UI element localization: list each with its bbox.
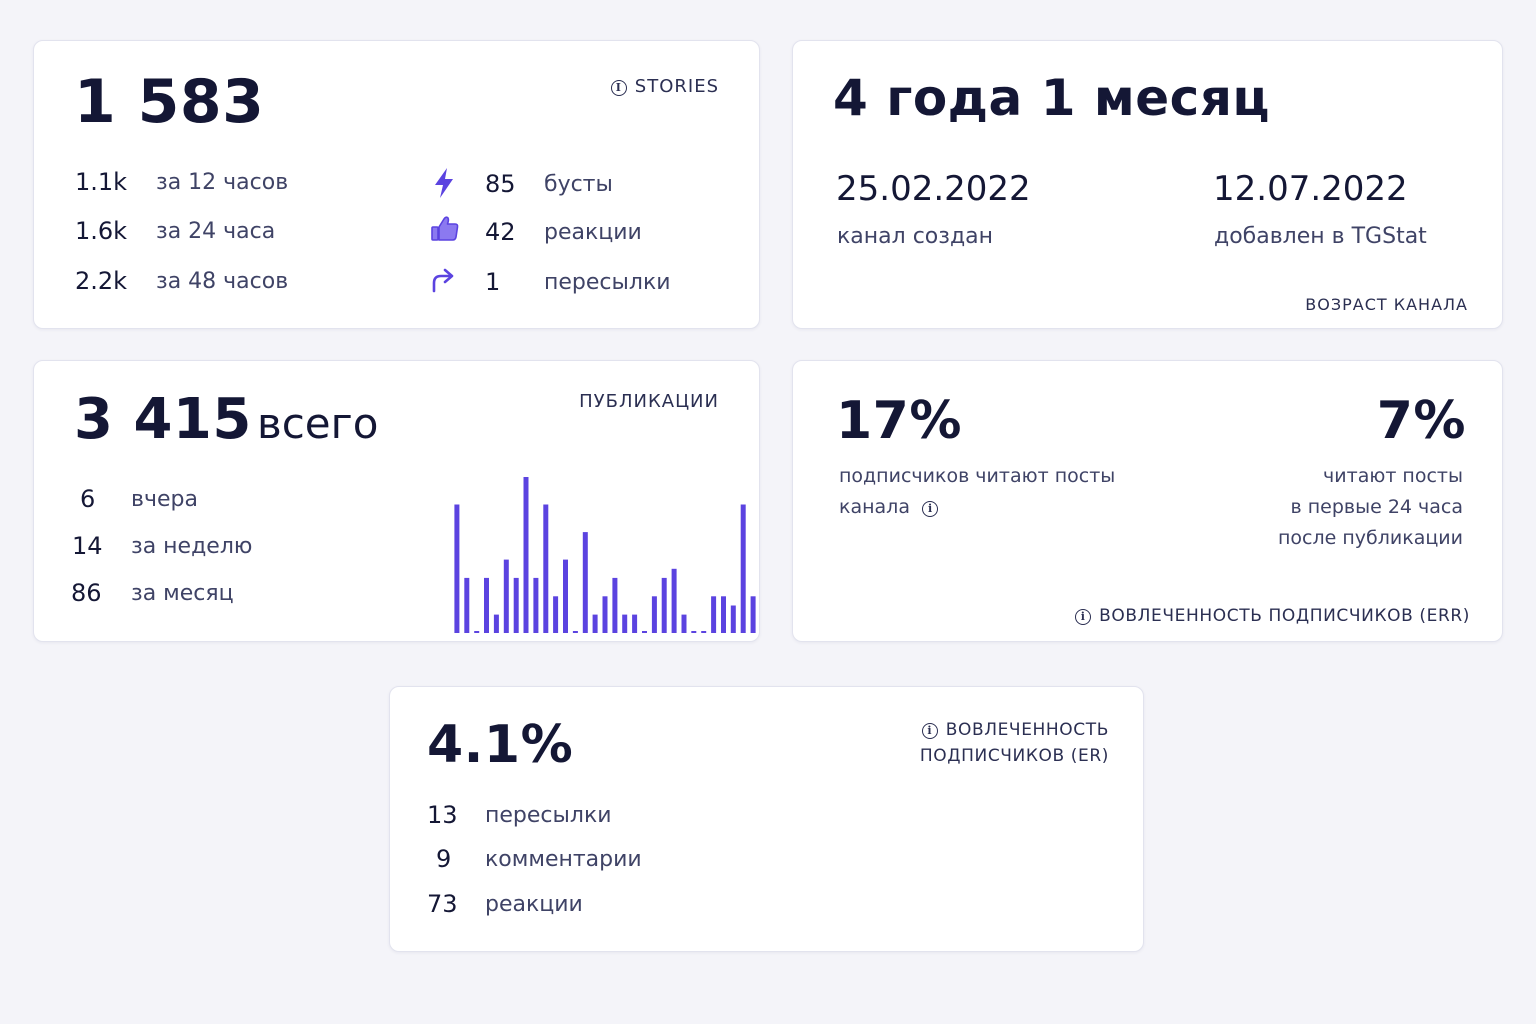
chart-bar[interactable] [563,559,568,633]
reactions-value: 42 [485,218,516,246]
err-tag[interactable]: i ВОВЛЕЧЕННОСТЬ ПОДПИСЧИКОВ (ERR) [1075,606,1470,626]
info-icon[interactable]: i [922,501,939,517]
forwards-value: 1 [485,268,501,296]
chart-bar[interactable] [730,605,736,634]
stories-total: 1 583 [74,67,265,137]
chart-bar[interactable] [661,577,667,633]
er-tag-line2: ПОДПИСЧИКОВ (ER) [919,746,1109,766]
chart-bar[interactable] [493,614,499,633]
stories-period-value: 1.6k [75,217,128,245]
err-left-line2: канала i [839,496,939,518]
publications-bar-chart [454,477,756,634]
added-date: 12.07.2022 [1213,169,1408,209]
info-icon: i [921,723,938,739]
stories-period-value: 1.1k [75,168,128,196]
publications-total-suffix: всего [256,399,379,448]
err-right-value: 7% [1376,391,1466,451]
forwards-label: пересылки [544,270,671,295]
err-right-line2: в первые 24 часа [1290,496,1463,518]
publications-card: 3 415 всего ПУБЛИКАЦИИ 6 вчера 14 за нед… [33,360,760,642]
er-tag-line1-text: ВОВЛЕЧЕННОСТЬ [945,720,1109,740]
publications-total: 3 415 всего [74,387,378,452]
created-label: канал создан [837,224,994,249]
err-left-line1: подписчиков читают посты [839,465,1116,487]
chart-bar[interactable] [513,577,519,633]
chart-bar[interactable] [484,577,489,633]
chart-bar[interactable] [632,614,638,633]
chart-bar[interactable] [681,614,687,633]
er-stat-label: комментарии [485,847,642,872]
stories-tag[interactable]: i STORIES [610,76,719,97]
publications-period-label: за неделю [131,534,253,559]
chart-bar[interactable] [454,504,460,634]
err-left-value: 17% [836,391,962,451]
chart-bar[interactable] [464,577,470,633]
age-title: 4 года 1 месяц [833,69,1270,127]
stories-period-value: 2.2k [75,267,128,295]
er-tag-line1: i ВОВЛЕЧЕННОСТЬ [920,720,1109,740]
publications-period-value: 14 [72,532,103,560]
err-left-line2-text: канала [839,496,910,518]
chart-bar[interactable] [691,631,697,633]
er-stat-value: 13 [427,801,458,829]
chart-bar[interactable] [701,631,707,633]
er-stat-label: пересылки [485,803,612,828]
err-right-line1: читают посты [1323,465,1463,487]
chart-bar[interactable] [474,631,480,633]
er-value: 4.1% [427,715,574,775]
er-stat-value: 73 [427,890,458,918]
stories-card: 1 583 i STORIES 1.1k за 12 часов 1.6k за … [33,40,760,329]
chart-bar[interactable] [671,568,677,633]
chart-bar[interactable] [503,559,509,633]
reactions-label: реакции [544,220,642,245]
stories-period-label: за 12 часов [156,170,289,195]
err-tag-label: ВОВЛЕЧЕННОСТЬ ПОДПИСЧИКОВ (ERR) [1099,606,1470,626]
thumbs-up-icon [430,215,460,243]
chart-bar[interactable] [592,614,598,633]
er-stat-label: реакции [485,892,583,917]
publications-period-value: 86 [71,579,102,607]
chart-bar[interactable] [740,504,746,634]
chart-bar[interactable] [523,477,529,633]
created-date: 25.02.2022 [836,169,1031,209]
chart-bar[interactable] [572,631,578,633]
chart-bar[interactable] [711,596,717,633]
chart-bar[interactable] [582,532,588,633]
er-stat-value: 9 [436,845,452,873]
chart-bar[interactable] [543,504,549,634]
chart-bar[interactable] [553,596,559,633]
channel-age-card: 4 года 1 месяц 25.02.2022 канал создан 1… [792,40,1503,329]
err-card: 17% подписчиков читают посты канала i 7%… [792,360,1503,642]
chart-bar[interactable] [642,631,647,633]
chart-bar[interactable] [721,596,726,633]
info-icon: i [1075,609,1092,625]
forward-arrow-icon [430,266,458,294]
publications-period-label: вчера [131,487,198,512]
boosts-value: 85 [485,170,516,198]
info-icon: i [610,80,627,96]
lightning-icon [432,167,456,199]
boosts-label: бусты [544,172,613,197]
er-card: 4.1% i ВОВЛЕЧЕННОСТЬ ПОДПИСЧИКОВ (ER) 13 … [389,686,1144,952]
publications-total-number: 3 415 [74,387,252,452]
stories-period-label: за 24 часа [156,219,276,244]
err-right-line3: после публикации [1278,527,1463,549]
publications-period-label: за месяц [131,581,234,606]
er-tag[interactable]: i ВОВЛЕЧЕННОСТЬ ПОДПИСЧИКОВ (ER) [920,720,1109,766]
age-tag: ВОЗРАСТ КАНАЛА [1305,295,1468,314]
stories-tag-label: STORIES [634,76,719,97]
chart-bar[interactable] [622,614,628,633]
publications-period-value: 6 [80,485,96,513]
chart-bar[interactable] [533,577,539,633]
chart-bar[interactable] [602,596,608,633]
chart-bar[interactable] [651,596,657,633]
chart-bar[interactable] [750,596,756,633]
chart-bar[interactable] [612,577,618,633]
added-label: добавлен в TGStat [1214,224,1427,249]
publications-tag: ПУБЛИКАЦИИ [579,391,719,412]
stories-period-label: за 48 часов [156,269,289,294]
